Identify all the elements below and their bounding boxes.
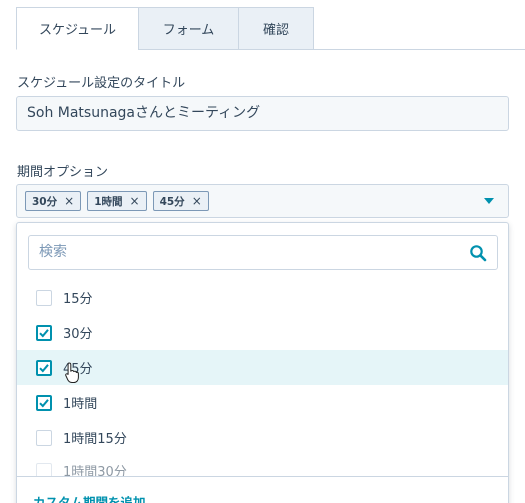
- option-15min[interactable]: 15分: [17, 280, 508, 315]
- check-icon: [39, 398, 49, 407]
- duration-field-label: 期間オプション: [17, 165, 109, 180]
- option-1hour[interactable]: 1時間: [17, 385, 508, 420]
- chip-remove-icon[interactable]: ×: [64, 194, 74, 208]
- chip-30min: 30分 ×: [25, 191, 82, 211]
- option-label: 1時間15分: [63, 432, 127, 447]
- search-icon[interactable]: [469, 244, 487, 262]
- dropdown-footer: カスタム期間を追加: [17, 476, 508, 503]
- option-label: 15分: [63, 292, 93, 307]
- tab-confirm[interactable]: 確認: [238, 7, 314, 50]
- check-icon: [39, 328, 49, 337]
- tab-schedule[interactable]: スケジュール: [16, 7, 138, 50]
- option-label: 30分: [63, 327, 93, 342]
- option-label: 1時間: [63, 397, 98, 412]
- title-field-label: スケジュール設定のタイトル: [17, 76, 186, 91]
- checkbox-checked[interactable]: [36, 359, 52, 376]
- chip-label: 45分: [159, 195, 185, 208]
- duration-dropdown: 検索 15分 30分 45分 1時間 1時間15分 1時間30分 カスタム期間を…: [16, 222, 509, 503]
- caret-down-icon[interactable]: [484, 198, 494, 204]
- tab-form[interactable]: フォーム: [138, 7, 238, 50]
- chip-remove-icon[interactable]: ×: [130, 194, 140, 208]
- chip-45min: 45分 ×: [152, 191, 209, 211]
- option-45min[interactable]: 45分: [17, 350, 508, 385]
- duration-multiselect[interactable]: 30分 × 1時間 × 45分 ×: [16, 184, 509, 218]
- chip-label: 30分: [32, 195, 58, 208]
- option-30min[interactable]: 30分: [17, 315, 508, 350]
- option-label: 45分: [63, 362, 93, 377]
- check-icon: [39, 363, 49, 372]
- checkbox-checked[interactable]: [36, 394, 52, 411]
- option-1hour15min[interactable]: 1時間15分: [17, 420, 508, 455]
- checkbox-checked[interactable]: [36, 324, 52, 341]
- chip-remove-icon[interactable]: ×: [192, 194, 202, 208]
- checkbox[interactable]: [36, 289, 52, 306]
- tab-bar: スケジュール フォーム 確認: [16, 7, 314, 50]
- chip-1hour: 1時間 ×: [87, 191, 147, 211]
- checkbox[interactable]: [36, 429, 52, 446]
- title-input[interactable]: Soh Matsunagaさんとミーティング: [16, 96, 509, 131]
- search-input[interactable]: 検索: [39, 236, 67, 269]
- search-box[interactable]: 検索: [28, 235, 498, 270]
- add-custom-duration-link[interactable]: カスタム期間を追加: [33, 492, 146, 503]
- chip-label: 1時間: [94, 195, 123, 208]
